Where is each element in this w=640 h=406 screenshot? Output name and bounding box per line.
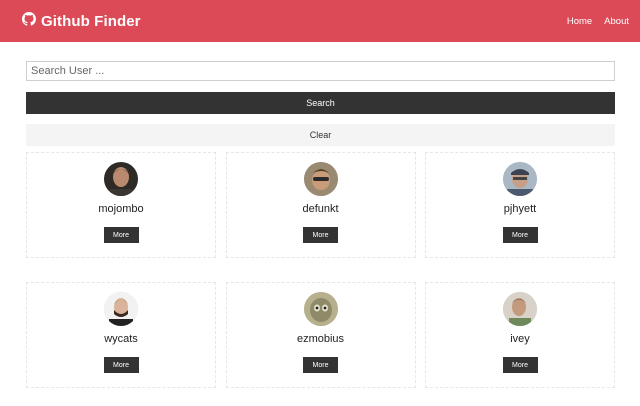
more-button[interactable]: More — [303, 227, 338, 243]
avatar — [104, 292, 138, 326]
avatar — [503, 162, 537, 196]
user-card: mojombo More — [26, 152, 216, 258]
user-login: mojombo — [98, 203, 144, 215]
user-login: ivey — [510, 333, 530, 345]
user-card: wycats More — [26, 282, 216, 388]
user-login: defunkt — [302, 203, 339, 215]
user-login: pjhyett — [503, 203, 537, 215]
avatar — [104, 162, 138, 196]
search-form: Search Clear — [26, 61, 615, 146]
brand[interactable]: Github Finder — [22, 11, 141, 31]
user-card: defunkt More — [225, 152, 416, 258]
user-login: wycats — [104, 333, 138, 345]
avatar — [503, 292, 537, 326]
user-login: ezmobius — [296, 333, 345, 345]
avatar — [303, 162, 338, 196]
clear-button[interactable]: Clear — [26, 124, 615, 146]
app-title: Github Finder — [41, 12, 141, 30]
more-button[interactable]: More — [103, 227, 139, 243]
user-card: ezmobius More — [225, 282, 416, 388]
user-grid: mojombo More defunkt More pjhyett More w… — [26, 152, 615, 388]
search-input[interactable] — [26, 61, 615, 81]
nav-links: Home About — [555, 16, 629, 27]
nav-link-home[interactable]: Home — [567, 16, 592, 27]
more-button[interactable]: More — [502, 227, 538, 243]
search-button[interactable]: Search — [26, 92, 615, 114]
avatar — [303, 292, 338, 326]
more-button[interactable]: More — [303, 357, 338, 373]
user-card: pjhyett More — [425, 152, 615, 258]
navbar: Github Finder Home About — [0, 0, 640, 42]
user-card: ivey More — [425, 282, 615, 388]
more-button[interactable]: More — [502, 357, 538, 373]
more-button[interactable]: More — [103, 357, 139, 373]
github-icon — [22, 11, 41, 31]
nav-link-about[interactable]: About — [604, 16, 629, 27]
